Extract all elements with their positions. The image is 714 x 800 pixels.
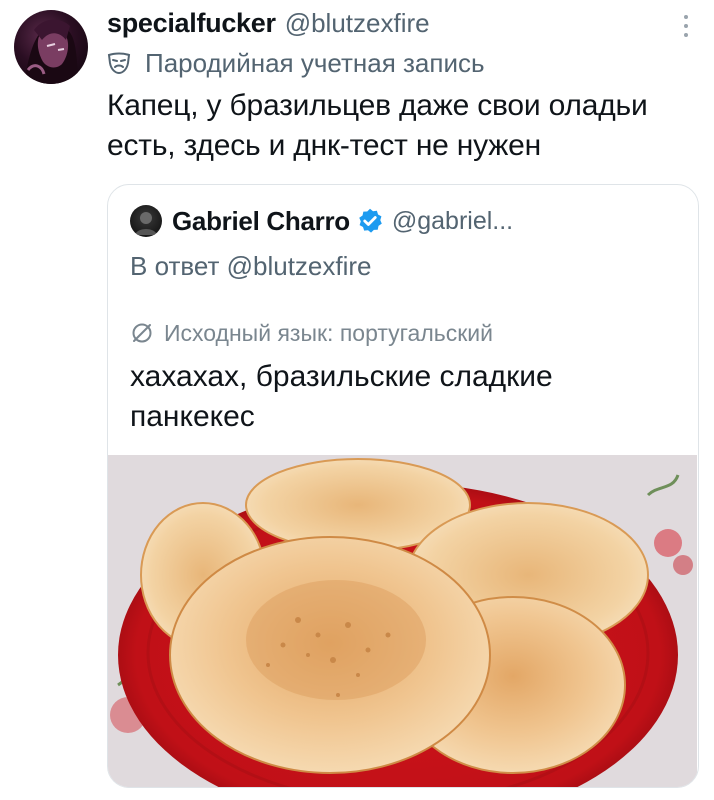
parody-mask-icon [107,52,131,74]
quoted-tweet-card[interactable]: Gabriel Charro @gabriel... В ответ @blut… [107,184,699,788]
tweet-text: Капец, у бразильцев даже свои оладьи ест… [107,86,697,166]
translation-note[interactable]: Исходный язык: португальский [130,317,493,349]
author-avatar[interactable] [14,10,88,84]
verified-badge-icon [359,208,382,233]
tweet-header: specialfucker @blutzexfire [107,6,430,40]
quoted-text-line: хахахах, бразильские сладкие [130,360,553,393]
quoted-author-handle[interactable]: @gabriel... [392,207,513,236]
translation-note-text: Исходный язык: португальский [164,319,493,346]
more-options-icon[interactable] [676,12,696,40]
quoted-author-display-name[interactable]: Gabriel Charro [172,206,350,237]
tweet-text-line: Капец, у бразильцев даже свои оладьи [107,89,648,122]
quoted-tweet-text: хахахах, бразильские сладкие панкекес [130,357,553,437]
reply-to-line[interactable]: В ответ @blutzexfire [130,251,372,282]
quoted-text-line: панкекес [130,400,255,433]
author-display-name[interactable]: specialfucker [107,8,276,39]
pancakes-image[interactable] [108,455,697,787]
quoted-tweet-header: Gabriel Charro @gabriel... [130,201,513,241]
quoted-author-avatar[interactable] [130,205,162,237]
translate-icon [132,323,152,343]
tweet-text-line: есть, здесь и днк-тест не нужен [107,129,542,162]
parody-account-label: Пародийная учетная запись [107,46,485,80]
parody-label-text: Пародийная учетная запись [145,47,485,78]
author-handle[interactable]: @blutzexfire [285,8,430,39]
